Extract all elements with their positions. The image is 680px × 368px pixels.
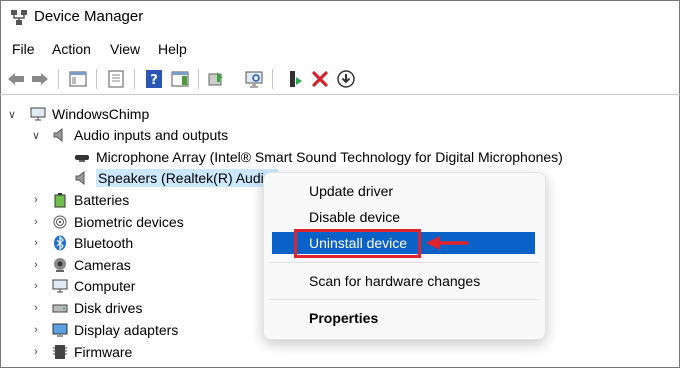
uninstall-x-icon[interactable] — [310, 69, 330, 89]
category-label: Cameras — [74, 257, 131, 273]
action-pane-icon[interactable] — [170, 69, 190, 89]
toolbar-separator — [134, 69, 135, 89]
disk-drive-icon — [52, 304, 68, 313]
add-driver-icon[interactable] — [284, 69, 304, 89]
camera-icon — [54, 258, 66, 272]
chevron-right-icon[interactable]: › — [30, 324, 42, 336]
toolbar-separator — [96, 69, 97, 89]
menu-view[interactable]: View — [110, 41, 140, 57]
category-label: Audio inputs and outputs — [74, 127, 229, 143]
menu-help[interactable]: Help — [158, 41, 187, 57]
speaker-icon — [75, 170, 85, 186]
category-label: Bluetooth — [74, 235, 134, 251]
category-label: Firmware — [74, 344, 133, 360]
annotation-arrow-icon — [426, 236, 468, 250]
menu-bar: File Action View Help — [0, 38, 680, 62]
category-label: Computer — [74, 278, 136, 294]
menu-action[interactable]: Action — [52, 41, 91, 57]
computer-icon — [52, 279, 68, 293]
update-driver-icon[interactable] — [206, 69, 226, 89]
menu-update-driver[interactable]: Update driver — [309, 183, 393, 199]
fingerprint-icon — [53, 215, 67, 229]
tree-category-audio[interactable]: Audio inputs and outputs — [52, 124, 228, 146]
menu-properties[interactable]: Properties — [309, 310, 378, 326]
tree-category-disk-drives[interactable]: Disk drives — [52, 297, 142, 319]
back-arrow-icon[interactable] — [6, 69, 26, 89]
chevron-down-icon[interactable]: ∨ — [30, 129, 42, 142]
chevron-right-icon[interactable]: › — [30, 194, 42, 206]
menu-file[interactable]: File — [12, 41, 35, 57]
bluetooth-icon — [54, 235, 66, 251]
menu-disable-device[interactable]: Disable device — [309, 209, 400, 225]
display-adapter-icon — [52, 323, 68, 337]
tree-root-label: WindowsChimp — [52, 106, 150, 122]
forward-arrow-icon[interactable] — [30, 69, 50, 89]
chevron-right-icon[interactable]: › — [30, 346, 42, 358]
chevron-right-icon[interactable]: › — [30, 237, 42, 249]
properties-icon[interactable] — [68, 69, 88, 89]
tree-category-firmware[interactable]: Firmware — [52, 341, 132, 363]
tree-device-microphone[interactable]: Microphone Array (Intel® Smart Sound Tec… — [74, 146, 563, 168]
toolbar-separator — [198, 69, 199, 89]
title-bar: Device Manager — [0, 0, 680, 36]
tree-category-cameras[interactable]: Cameras — [52, 254, 131, 276]
category-label: Display adapters — [74, 322, 179, 338]
speaker-icon — [53, 127, 63, 143]
help-icon[interactable]: ? — [144, 69, 164, 89]
tree-device-speakers[interactable]: Speakers (Realtek(R) Audio) — [74, 167, 279, 189]
toolbar-separator — [272, 69, 273, 89]
category-label: Disk drives — [74, 300, 143, 316]
toolbar-separator — [58, 69, 59, 89]
computer-icon — [30, 107, 46, 121]
device-label-selected: Speakers (Realtek(R) Audio) — [96, 169, 279, 187]
chevron-right-icon[interactable]: › — [30, 216, 42, 228]
device-label: Microphone Array (Intel® Smart Sound Tec… — [96, 149, 563, 165]
tree-category-computer[interactable]: Computer — [52, 275, 135, 297]
chevron-right-icon[interactable]: › — [30, 302, 42, 314]
show-hidden-icon[interactable] — [106, 69, 126, 89]
chevron-right-icon[interactable]: › — [30, 259, 42, 271]
chevron-down-icon[interactable]: ∨ — [6, 108, 18, 121]
microphone-icon — [75, 155, 89, 162]
category-label: Biometric devices — [74, 214, 184, 230]
window-title: Device Manager — [34, 8, 144, 25]
menu-scan-hardware[interactable]: Scan for hardware changes — [309, 273, 480, 289]
chevron-right-icon[interactable]: › — [30, 280, 42, 292]
download-icon[interactable] — [336, 69, 356, 89]
tree-category-biometric[interactable]: Biometric devices — [52, 211, 184, 233]
category-label: Batteries — [74, 192, 130, 208]
scan-hardware-icon[interactable] — [244, 69, 264, 89]
tree-category-bluetooth[interactable]: Bluetooth — [52, 232, 133, 254]
menu-separator — [270, 299, 538, 300]
annotation-highlight-box — [294, 229, 421, 258]
menu-separator — [270, 262, 538, 263]
tree-root[interactable]: WindowsChimp — [30, 103, 149, 125]
battery-icon — [54, 193, 66, 208]
tree-category-display-adapters[interactable]: Display adapters — [52, 319, 178, 341]
firmware-icon — [53, 345, 67, 359]
svg-text:?: ? — [150, 73, 158, 88]
device-manager-icon — [11, 10, 27, 25]
tree-category-batteries[interactable]: Batteries — [52, 189, 129, 211]
toolbar: ? — [0, 64, 680, 95]
